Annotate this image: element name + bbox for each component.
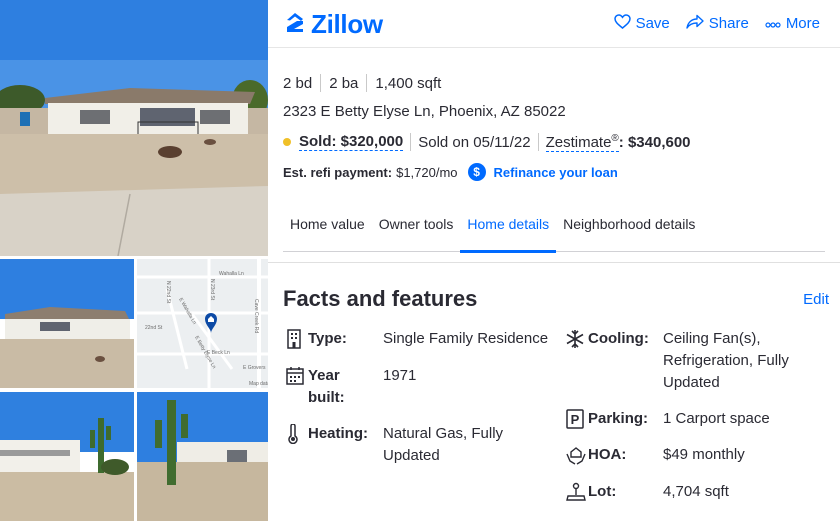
zestimate-link[interactable]: Zestimate®: [545, 132, 619, 152]
detail-tabs: Home value Owner tools Home details Neig…: [283, 206, 825, 253]
fact-label: Heating:: [308, 425, 368, 442]
divider: [537, 133, 539, 151]
lot-icon: [566, 482, 586, 502]
map-street-label: Cave Creek Rd: [253, 299, 259, 333]
fact-label: Type:: [308, 330, 347, 347]
thermometer-icon: [286, 423, 304, 445]
photo-gallery: Wahalla Ln E Wahalla Ln E Betty Elyse Ln N …: [0, 0, 268, 521]
map-street-label: Wahalla Ln: [219, 271, 244, 277]
divider: [366, 74, 368, 92]
sqft: 1,400 sqft: [375, 74, 442, 92]
fact-value: 4,704 sqft: [663, 483, 729, 500]
refi-value: $1,720/mo: [396, 164, 458, 180]
divider: [410, 133, 412, 151]
heart-icon: [613, 14, 631, 33]
fact-value: Single Family Residence: [383, 330, 549, 347]
fact-label: Cooling:: [588, 330, 649, 347]
cactus-yard-photo[interactable]: [137, 392, 268, 521]
fact-type: Type: Single Family Residence: [286, 328, 556, 352]
beds: 2 bd: [283, 74, 313, 92]
fact-value: 1 Carport space: [663, 410, 770, 427]
save-label: Save: [635, 15, 670, 32]
refinance-link[interactable]: Refinance your loan: [494, 165, 618, 180]
tab-owner-tools[interactable]: Owner tools: [372, 206, 461, 252]
divider: [320, 74, 322, 92]
svg-text:P: P: [571, 412, 580, 427]
sold-status-line: Sold: $320,000 Sold on 05/11/22 Zestimat…: [283, 132, 823, 152]
fact-value: 1971: [383, 367, 417, 384]
fact-label: Parking:: [588, 410, 649, 427]
calendar-icon: [286, 366, 304, 386]
edit-link[interactable]: Edit: [803, 291, 829, 308]
save-button[interactable]: Save: [613, 14, 670, 33]
dollar-icon: $: [467, 163, 486, 181]
header: Zillow Save Share More: [268, 0, 840, 48]
fact-heating: Heating: Natural Gas, Fully Updated: [286, 423, 556, 469]
share-button[interactable]: Share: [686, 14, 749, 33]
more-label: More: [785, 15, 820, 32]
tab-neighborhood-details[interactable]: Neighborhood details: [556, 206, 702, 252]
baths: 2 ba: [329, 74, 359, 92]
zillow-logo[interactable]: Zillow: [283, 9, 383, 40]
fact-label: HOA:: [588, 446, 627, 463]
tab-home-value[interactable]: Home value: [283, 206, 372, 252]
listing-panel: Zillow Save Share More 2 bd 2 ba 1,400 s…: [268, 0, 840, 521]
brand-name: Zillow: [311, 9, 383, 39]
facts-title: Facts and features: [283, 286, 478, 311]
map-street-label: E Beck Ln: [207, 350, 230, 356]
map-street-label: 22nd St: [145, 325, 163, 331]
address: 2323 E Betty Elyse Ln, Phoenix, AZ 85022: [283, 103, 566, 120]
map-street-label: Map data: [249, 381, 268, 387]
section-divider: [268, 262, 840, 263]
zillow-z-icon: [283, 10, 307, 39]
main-house-photo[interactable]: [0, 0, 268, 256]
fact-cooling: Cooling: Ceiling Fan(s), Refrigeration, …: [566, 328, 836, 396]
fact-hoa: HOA: $49 monthly: [566, 444, 836, 468]
parking-icon: P: [566, 409, 584, 429]
header-actions: Save Share More: [613, 14, 820, 33]
map-street-label: N 22nd St: [165, 281, 171, 304]
zestimate-label: Zestimate: [545, 133, 612, 151]
refi-label: Est. refi payment:: [283, 164, 393, 180]
more-button[interactable]: More: [765, 14, 820, 33]
bed-bath-sqft: 2 bd 2 ba 1,400 sqft: [283, 73, 823, 93]
hoa-hands-icon: [566, 445, 586, 465]
map-street-label: E Grovers: [243, 365, 266, 371]
registered-mark: ®: [611, 132, 619, 144]
fact-lot: Lot: 4,704 sqft: [566, 481, 836, 505]
fact-label: Year built:: [308, 367, 345, 406]
zestimate-value: : $340,600: [618, 133, 691, 151]
more-dots-icon: [765, 15, 781, 32]
listing-summary: 2 bd 2 ba 1,400 sqft 2323 E Betty Elyse …: [283, 73, 823, 182]
building-icon: [286, 329, 304, 349]
share-icon: [686, 14, 704, 33]
sold-date: Sold on 05/11/22: [418, 133, 531, 151]
tab-home-details[interactable]: Home details: [460, 206, 556, 253]
refi-line: Est. refi payment: $1,720/mo $ Refinance…: [283, 162, 823, 182]
fact-value: Ceiling Fan(s), Refrigeration, Fully Upd…: [663, 330, 789, 391]
fact-parking: P Parking: 1 Carport space: [566, 408, 836, 432]
snowflake-icon: [566, 329, 584, 349]
location-map[interactable]: Wahalla Ln E Wahalla Ln E Betty Elyse Ln N …: [137, 259, 268, 388]
fact-year-built: Year built: 1971: [286, 365, 556, 411]
fact-label: Lot:: [588, 483, 617, 500]
sold-price[interactable]: Sold: $320,000: [299, 133, 404, 151]
backyard-photo[interactable]: [0, 392, 134, 521]
fact-value: Natural Gas, Fully Updated: [383, 425, 504, 464]
sold-status-dot: [283, 138, 291, 146]
share-label: Share: [708, 15, 749, 32]
map-street-label: N 23rd St: [209, 279, 215, 301]
fact-value: $49 monthly: [663, 446, 745, 463]
house-photo-side[interactable]: [0, 259, 134, 388]
